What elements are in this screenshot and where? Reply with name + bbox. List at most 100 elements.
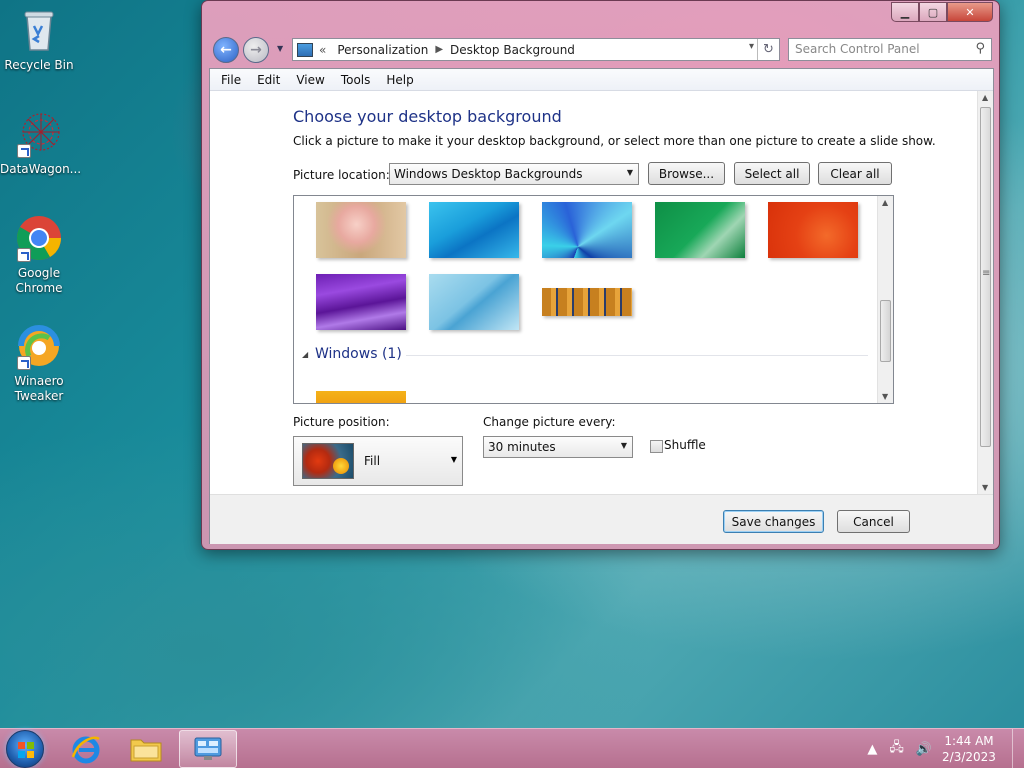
forward-arrow-icon: → xyxy=(250,42,262,58)
wallpaper-thumbnail[interactable] xyxy=(316,391,406,403)
page-title: Choose your desktop background xyxy=(293,107,562,126)
winaero-tweaker-icon xyxy=(15,322,63,370)
cancel-button[interactable]: Cancel xyxy=(837,510,910,533)
desktop-icon-label: Recycle Bin xyxy=(4,58,74,72)
close-button[interactable]: ✕ xyxy=(947,2,993,22)
picture-position-preview xyxy=(302,443,354,479)
clock-time: 1:44 AM xyxy=(944,734,994,748)
scroll-thumb[interactable] xyxy=(880,300,891,362)
control-panel-icon xyxy=(194,737,222,760)
desktop-icon-label: Google Chrome xyxy=(15,266,63,295)
minimize-icon: ▁ xyxy=(900,5,910,19)
desktop-background-window: ▁ ▢ ✕ ← → ▼ « Personalization ▶ Desktop … xyxy=(201,0,1000,550)
desktop-icon-datawagon[interactable]: DataWagon... xyxy=(0,110,81,177)
picture-position-label: Picture position: xyxy=(293,415,390,429)
picture-position-select[interactable]: Fill ▼ xyxy=(293,436,463,486)
recycle-bin-icon xyxy=(15,6,63,54)
shortcut-arrow-icon xyxy=(17,356,31,370)
volume-icon[interactable]: 🔊 xyxy=(916,742,932,757)
scroll-down-icon[interactable]: ▼ xyxy=(982,483,988,492)
clock-date: 2/3/2023 xyxy=(942,750,996,764)
picture-position-value: Fill xyxy=(364,454,381,468)
save-changes-button[interactable]: Save changes xyxy=(723,510,824,533)
chevron-down-icon: ▼ xyxy=(626,168,633,177)
picture-grid-scrollbar[interactable]: ▲ ▼ xyxy=(877,196,893,403)
menu-file[interactable]: File xyxy=(213,73,249,87)
wallpaper-thumbnail[interactable] xyxy=(429,202,519,258)
address-dropdown-icon[interactable]: ▾ xyxy=(749,41,754,52)
breadcrumb-separator-icon[interactable]: ▶ xyxy=(435,44,443,55)
menu-help[interactable]: Help xyxy=(378,73,421,87)
desktop-icon-winaero-tweaker[interactable]: Winaero Tweaker xyxy=(0,322,78,404)
network-icon[interactable]: 🖧 xyxy=(889,738,904,760)
close-icon: ✕ xyxy=(965,5,975,19)
show-hidden-icons-icon[interactable]: ▲ xyxy=(867,742,877,757)
taskbar-file-explorer[interactable] xyxy=(117,730,175,768)
forward-button[interactable]: → xyxy=(243,37,269,63)
menu-tools[interactable]: Tools xyxy=(333,73,379,87)
back-button[interactable]: ← xyxy=(213,37,239,63)
menu-view[interactable]: View xyxy=(288,73,332,87)
taskbar: ▲ 🖧 🔊 1:44 AM 2/3/2023 xyxy=(0,728,1024,768)
breadcrumb-personalization[interactable]: Personalization xyxy=(337,43,428,57)
taskbar-control-panel[interactable] xyxy=(179,730,237,768)
content-scrollbar[interactable]: ▲ ▼ xyxy=(977,91,993,494)
collapse-triangle-icon[interactable]: ◢ xyxy=(302,350,308,359)
breadcrumb-root-chevron[interactable]: « xyxy=(319,43,326,57)
scroll-up-icon[interactable]: ▲ xyxy=(882,198,888,207)
search-icon[interactable]: ⚲ xyxy=(975,41,985,56)
browse-button[interactable]: Browse... xyxy=(648,162,725,185)
shortcut-arrow-icon xyxy=(17,144,31,158)
change-picture-every-select[interactable]: 30 minutes ▼ xyxy=(483,436,633,458)
search-placeholder: Search Control Panel xyxy=(795,42,920,56)
search-input[interactable]: Search Control Panel ⚲ xyxy=(788,38,992,61)
wallpaper-thumbnail[interactable] xyxy=(316,274,406,330)
scroll-up-icon[interactable]: ▲ xyxy=(982,93,988,102)
shortcut-arrow-icon xyxy=(17,248,31,262)
chevron-down-icon: ▼ xyxy=(450,455,457,464)
caption-buttons: ▁ ▢ ✕ xyxy=(891,2,993,22)
desktop-icon-google-chrome[interactable]: Google Chrome xyxy=(0,214,78,296)
wallpaper-thumbnail[interactable] xyxy=(429,274,519,330)
chrome-icon xyxy=(15,214,63,262)
back-arrow-icon: ← xyxy=(220,42,232,58)
wallpaper-thumbnail[interactable] xyxy=(655,202,745,258)
clear-all-button[interactable]: Clear all xyxy=(818,162,892,185)
picture-location-label: Picture location: xyxy=(293,168,390,182)
menu-edit[interactable]: Edit xyxy=(249,73,288,87)
picture-grid: ◢ Windows (1) ▲ ▼ xyxy=(293,195,894,404)
internet-explorer-icon xyxy=(71,736,100,764)
refresh-button[interactable]: ↻ xyxy=(757,39,779,60)
scroll-down-icon[interactable]: ▼ xyxy=(882,392,888,401)
breadcrumb-desktop-background[interactable]: Desktop Background xyxy=(450,43,575,57)
change-picture-every-value: 30 minutes xyxy=(488,440,556,454)
picture-location-select[interactable]: Windows Desktop Backgrounds ▼ xyxy=(389,163,639,185)
content-pane: Choose your desktop background Click a p… xyxy=(210,91,980,494)
scroll-thumb[interactable] xyxy=(980,107,991,447)
picture-location-value: Windows Desktop Backgrounds xyxy=(394,167,583,181)
clock[interactable]: 1:44 AM 2/3/2023 xyxy=(938,733,1000,765)
wallpaper-thumbnail[interactable] xyxy=(316,202,406,258)
navigation-bar: ← → ▼ « Personalization ▶ Desktop Backgr… xyxy=(210,35,995,63)
recent-pages-dropdown[interactable]: ▼ xyxy=(277,44,283,53)
wallpaper-thumbnail[interactable] xyxy=(768,202,858,258)
maximize-icon: ▢ xyxy=(927,5,939,19)
minimize-button[interactable]: ▁ xyxy=(891,2,919,22)
shuffle-checkbox[interactable] xyxy=(650,440,663,453)
desktop-icon-recycle-bin[interactable]: Recycle Bin xyxy=(0,6,78,73)
show-desktop-button[interactable] xyxy=(1012,729,1024,768)
wallpaper-thumbnail[interactable] xyxy=(542,202,632,258)
start-button[interactable] xyxy=(6,730,44,768)
taskbar-internet-explorer[interactable] xyxy=(57,730,115,768)
refresh-icon: ↻ xyxy=(763,42,774,57)
wallpaper-thumbnail[interactable] xyxy=(542,288,632,316)
datawagon-icon xyxy=(15,110,63,158)
maximize-button[interactable]: ▢ xyxy=(919,2,947,22)
address-bar[interactable]: « Personalization ▶ Desktop Background ▾… xyxy=(292,38,780,61)
group-header-label: Windows (1) xyxy=(315,346,402,362)
shuffle-label[interactable]: Shuffle xyxy=(664,438,706,452)
select-all-button[interactable]: Select all xyxy=(734,162,810,185)
desktop-icon-label: Winaero Tweaker xyxy=(14,374,64,403)
group-header-windows[interactable]: ◢ Windows (1) xyxy=(302,346,868,366)
page-subtitle: Click a picture to make it your desktop … xyxy=(293,134,936,148)
